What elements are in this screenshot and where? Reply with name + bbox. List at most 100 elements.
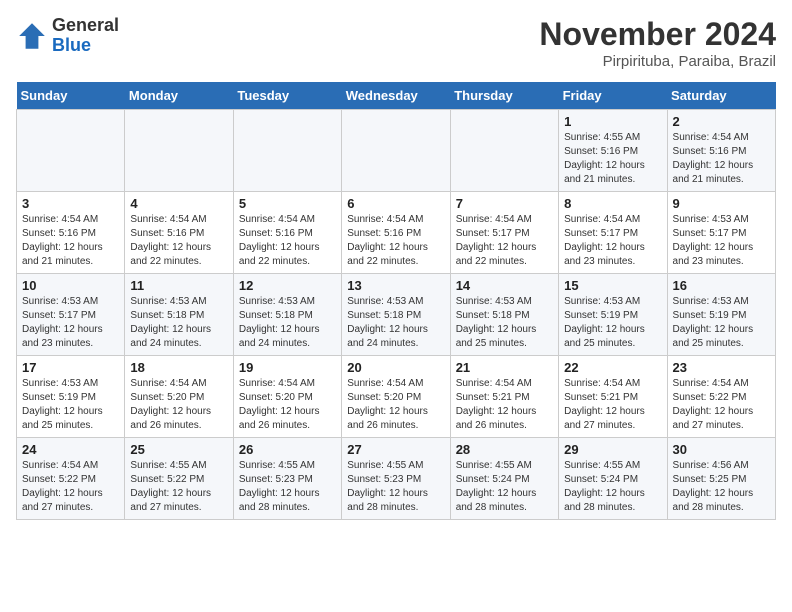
page-header: General Blue November 2024 Pirpirituba, … bbox=[16, 16, 776, 70]
day-number: 19 bbox=[239, 360, 336, 375]
day-info: Sunrise: 4:54 AM Sunset: 5:21 PM Dayligh… bbox=[456, 377, 553, 433]
day-number: 12 bbox=[239, 278, 336, 293]
calendar-cell: 2 Sunrise: 4:54 AM Sunset: 5:16 PM Daylig… bbox=[667, 110, 775, 192]
day-number: 1 bbox=[564, 114, 661, 129]
calendar-cell: 20 Sunrise: 4:54 AM Sunset: 5:20 PM Dayli… bbox=[342, 356, 450, 438]
day-number: 18 bbox=[130, 360, 227, 375]
day-info: Sunrise: 4:53 AM Sunset: 5:17 PM Dayligh… bbox=[22, 295, 119, 351]
calendar-week-row: 10 Sunrise: 4:53 AM Sunset: 5:17 PM Dayli… bbox=[17, 274, 776, 356]
day-info: Sunrise: 4:54 AM Sunset: 5:21 PM Dayligh… bbox=[564, 377, 661, 433]
day-number: 24 bbox=[22, 442, 119, 457]
logo-general: General bbox=[52, 16, 119, 36]
calendar-cell: 21 Sunrise: 4:54 AM Sunset: 5:21 PM Dayli… bbox=[450, 356, 558, 438]
month-title: November 2024 bbox=[539, 16, 776, 53]
day-info: Sunrise: 4:53 AM Sunset: 5:18 PM Dayligh… bbox=[347, 295, 444, 351]
location: Pirpirituba, Paraiba, Brazil bbox=[539, 53, 776, 70]
day-info: Sunrise: 4:54 AM Sunset: 5:20 PM Dayligh… bbox=[130, 377, 227, 433]
calendar-cell: 26 Sunrise: 4:55 AM Sunset: 5:23 PM Dayli… bbox=[233, 438, 341, 520]
day-info: Sunrise: 4:54 AM Sunset: 5:16 PM Dayligh… bbox=[239, 213, 336, 269]
calendar-cell: 13 Sunrise: 4:53 AM Sunset: 5:18 PM Dayli… bbox=[342, 274, 450, 356]
day-number: 21 bbox=[456, 360, 553, 375]
calendar-cell: 6Sunrise: 4:54 AM Sunset: 5:16 PM Daylig… bbox=[342, 192, 450, 274]
calendar-cell: 14 Sunrise: 4:53 AM Sunset: 5:18 PM Dayli… bbox=[450, 274, 558, 356]
calendar-cell: 18 Sunrise: 4:54 AM Sunset: 5:20 PM Dayli… bbox=[125, 356, 233, 438]
day-info: Sunrise: 4:56 AM Sunset: 5:25 PM Dayligh… bbox=[673, 459, 770, 515]
calendar-week-row: 1Sunrise: 4:55 AM Sunset: 5:16 PM Daylig… bbox=[17, 110, 776, 192]
day-number: 16 bbox=[673, 278, 770, 293]
calendar-cell: 22 Sunrise: 4:54 AM Sunset: 5:21 PM Dayli… bbox=[559, 356, 667, 438]
day-number: 29 bbox=[564, 442, 661, 457]
day-number: 15 bbox=[564, 278, 661, 293]
calendar-cell bbox=[450, 110, 558, 192]
day-info: Sunrise: 4:55 AM Sunset: 5:24 PM Dayligh… bbox=[456, 459, 553, 515]
calendar-cell: 9 Sunrise: 4:53 AM Sunset: 5:17 PM Daylig… bbox=[667, 192, 775, 274]
day-number: 2 bbox=[673, 114, 770, 129]
calendar-cell: 1Sunrise: 4:55 AM Sunset: 5:16 PM Daylig… bbox=[559, 110, 667, 192]
day-number: 27 bbox=[347, 442, 444, 457]
calendar-cell bbox=[342, 110, 450, 192]
day-info: Sunrise: 4:53 AM Sunset: 5:17 PM Dayligh… bbox=[673, 213, 770, 269]
day-number: 6 bbox=[347, 196, 444, 211]
weekday-header: Friday bbox=[559, 82, 667, 110]
day-info: Sunrise: 4:53 AM Sunset: 5:18 PM Dayligh… bbox=[239, 295, 336, 351]
day-number: 26 bbox=[239, 442, 336, 457]
day-number: 11 bbox=[130, 278, 227, 293]
logo: General Blue bbox=[16, 16, 119, 56]
calendar-week-row: 17 Sunrise: 4:53 AM Sunset: 5:19 PM Dayli… bbox=[17, 356, 776, 438]
day-number: 30 bbox=[673, 442, 770, 457]
calendar-cell: 8Sunrise: 4:54 AM Sunset: 5:17 PM Daylig… bbox=[559, 192, 667, 274]
day-number: 8 bbox=[564, 196, 661, 211]
day-number: 22 bbox=[564, 360, 661, 375]
weekday-header: Saturday bbox=[667, 82, 775, 110]
day-info: Sunrise: 4:54 AM Sunset: 5:22 PM Dayligh… bbox=[22, 459, 119, 515]
calendar-cell: 17 Sunrise: 4:53 AM Sunset: 5:19 PM Dayli… bbox=[17, 356, 125, 438]
day-number: 3 bbox=[22, 196, 119, 211]
day-info: Sunrise: 4:53 AM Sunset: 5:19 PM Dayligh… bbox=[564, 295, 661, 351]
day-info: Sunrise: 4:55 AM Sunset: 5:24 PM Dayligh… bbox=[564, 459, 661, 515]
calendar-cell: 27 Sunrise: 4:55 AM Sunset: 5:23 PM Dayli… bbox=[342, 438, 450, 520]
day-info: Sunrise: 4:55 AM Sunset: 5:23 PM Dayligh… bbox=[239, 459, 336, 515]
day-info: Sunrise: 4:54 AM Sunset: 5:20 PM Dayligh… bbox=[347, 377, 444, 433]
calendar-week-row: 3 Sunrise: 4:54 AM Sunset: 5:16 PM Daylig… bbox=[17, 192, 776, 274]
day-info: Sunrise: 4:54 AM Sunset: 5:22 PM Dayligh… bbox=[673, 377, 770, 433]
day-number: 4 bbox=[130, 196, 227, 211]
day-number: 20 bbox=[347, 360, 444, 375]
weekday-header: Monday bbox=[125, 82, 233, 110]
calendar-cell: 11Sunrise: 4:53 AM Sunset: 5:18 PM Dayli… bbox=[125, 274, 233, 356]
day-number: 25 bbox=[130, 442, 227, 457]
calendar-cell: 24 Sunrise: 4:54 AM Sunset: 5:22 PM Dayli… bbox=[17, 438, 125, 520]
calendar-cell bbox=[233, 110, 341, 192]
calendar-cell: 12 Sunrise: 4:53 AM Sunset: 5:18 PM Dayli… bbox=[233, 274, 341, 356]
calendar-cell: 23 Sunrise: 4:54 AM Sunset: 5:22 PM Dayli… bbox=[667, 356, 775, 438]
day-info: Sunrise: 4:53 AM Sunset: 5:18 PM Dayligh… bbox=[456, 295, 553, 351]
day-info: Sunrise: 4:53 AM Sunset: 5:19 PM Dayligh… bbox=[673, 295, 770, 351]
logo-icon bbox=[16, 20, 48, 52]
calendar-cell bbox=[17, 110, 125, 192]
day-number: 10 bbox=[22, 278, 119, 293]
day-info: Sunrise: 4:54 AM Sunset: 5:16 PM Dayligh… bbox=[673, 131, 770, 187]
weekday-header: Sunday bbox=[17, 82, 125, 110]
day-info: Sunrise: 4:54 AM Sunset: 5:16 PM Dayligh… bbox=[22, 213, 119, 269]
calendar-table: SundayMondayTuesdayWednesdayThursdayFrid… bbox=[16, 82, 776, 520]
day-number: 14 bbox=[456, 278, 553, 293]
day-number: 13 bbox=[347, 278, 444, 293]
calendar-week-row: 24 Sunrise: 4:54 AM Sunset: 5:22 PM Dayli… bbox=[17, 438, 776, 520]
day-number: 5 bbox=[239, 196, 336, 211]
weekday-header: Thursday bbox=[450, 82, 558, 110]
calendar-cell: 5 Sunrise: 4:54 AM Sunset: 5:16 PM Daylig… bbox=[233, 192, 341, 274]
day-number: 7 bbox=[456, 196, 553, 211]
weekday-header: Tuesday bbox=[233, 82, 341, 110]
weekday-header-row: SundayMondayTuesdayWednesdayThursdayFrid… bbox=[17, 82, 776, 110]
calendar-cell: 3 Sunrise: 4:54 AM Sunset: 5:16 PM Daylig… bbox=[17, 192, 125, 274]
day-info: Sunrise: 4:53 AM Sunset: 5:19 PM Dayligh… bbox=[22, 377, 119, 433]
logo-blue: Blue bbox=[52, 36, 119, 56]
day-info: Sunrise: 4:55 AM Sunset: 5:23 PM Dayligh… bbox=[347, 459, 444, 515]
day-number: 9 bbox=[673, 196, 770, 211]
day-number: 28 bbox=[456, 442, 553, 457]
calendar-cell: 29 Sunrise: 4:55 AM Sunset: 5:24 PM Dayli… bbox=[559, 438, 667, 520]
day-number: 17 bbox=[22, 360, 119, 375]
calendar-cell: 30 Sunrise: 4:56 AM Sunset: 5:25 PM Dayli… bbox=[667, 438, 775, 520]
calendar-cell: 4Sunrise: 4:54 AM Sunset: 5:16 PM Daylig… bbox=[125, 192, 233, 274]
day-number: 23 bbox=[673, 360, 770, 375]
title-block: November 2024 Pirpirituba, Paraiba, Braz… bbox=[539, 16, 776, 70]
